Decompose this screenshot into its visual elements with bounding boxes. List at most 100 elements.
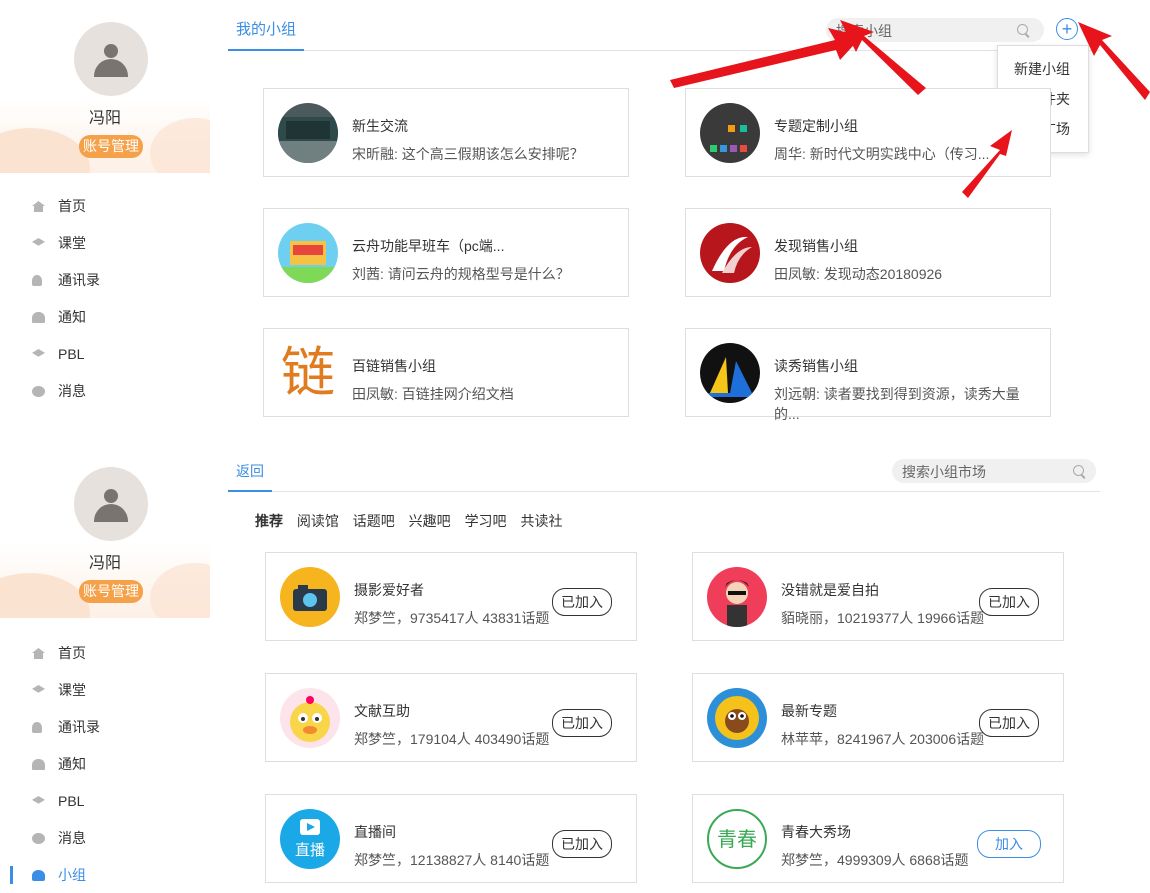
group-latest-post: 周华: 新时代文明实践中心（传习... [774, 146, 990, 162]
group-title: 没错就是爱自拍 [781, 582, 879, 598]
group-card[interactable]: 云舟功能早班车（pc端... 刘茜: 请问云舟的规格型号是什么？ [263, 208, 629, 297]
account-management-button[interactable]: 账号管理 [79, 580, 143, 603]
group-title: 读秀销售小组 [774, 358, 858, 374]
sidebar-item-pbl[interactable]: PBL [0, 336, 210, 373]
sidebar-item-pbl[interactable]: PBL [0, 783, 210, 820]
sidebar-item-notifications[interactable]: 通知 [0, 746, 210, 783]
group-logo [700, 343, 760, 403]
joined-button[interactable]: 已加入 [979, 709, 1039, 737]
group-card[interactable]: 发现销售小组 田凤敏: 发现动态20180926 [685, 208, 1051, 297]
owl-logo [707, 688, 767, 748]
category-reading-hall[interactable]: 阅读馆 [297, 513, 339, 529]
sidebar-item-home[interactable]: 首页 [0, 188, 210, 225]
market-group-card[interactable]: 没错就是爱自拍 貊晓丽，10219377人 19966话题 已加入 [692, 552, 1064, 641]
sidebar-item-classroom[interactable]: 课堂 [0, 225, 210, 262]
person-icon [32, 870, 45, 881]
main-content: 返回 推荐 阅读馆 话题吧 兴趣吧 学习吧 共读社 摄影爱好者 郑梦竺，9735… [228, 445, 1150, 893]
group-latest-post: 刘茜: 请问云舟的规格型号是什么？ [352, 266, 570, 282]
joined-button[interactable]: 已加入 [552, 830, 612, 858]
category-study[interactable]: 学习吧 [465, 513, 507, 529]
avatar[interactable] [74, 22, 148, 96]
profile-card: 冯阳 账号管理 [0, 8, 210, 173]
category-co-reading[interactable]: 共读社 [520, 513, 562, 529]
group-latest-post: 田凤敏: 发现动态20180926 [774, 266, 943, 282]
search-input[interactable] [826, 18, 1013, 44]
group-logo [700, 103, 760, 163]
avatar[interactable] [74, 467, 148, 541]
chat-bubble-icon [32, 386, 45, 397]
group-card[interactable]: 读秀销售小组 刘远朝: 读者要找到得到资源，读秀大量的... [685, 328, 1051, 422]
sidebar: 冯阳 账号管理 首页 课堂 通讯录 通知 PBL 消息 [0, 0, 210, 428]
search-icon[interactable] [1017, 24, 1028, 35]
market-group-card[interactable]: 摄影爱好者 郑梦竺，9735417人 43831话题 已加入 [265, 552, 637, 641]
chat-bubble-icon [32, 833, 45, 844]
sidebar-item-messages[interactable]: 消息 [0, 373, 210, 410]
contacts-icon [32, 275, 42, 286]
group-card[interactable]: 链 百链销售小组 田凤敏: 百链挂网介绍文档 [263, 328, 629, 417]
group-title: 发现销售小组 [774, 238, 858, 254]
group-title: 云舟功能早班车（pc端... [352, 238, 505, 254]
back-tab[interactable]: 返回 [228, 453, 272, 492]
search-input[interactable] [892, 459, 1068, 485]
group-logo [278, 103, 338, 163]
selfie-logo [707, 567, 767, 627]
sidebar-item-home[interactable]: 首页 [0, 635, 210, 672]
market-group-card[interactable]: 文献互助 郑梦竺，179104人 403490话题 已加入 [265, 673, 637, 762]
contacts-icon [32, 722, 42, 733]
sidebar-item-contacts[interactable]: 通讯录 [0, 262, 210, 299]
tab-my-groups[interactable]: 我的小组 [228, 12, 305, 51]
add-icon[interactable]: + [1056, 18, 1078, 40]
group-title: 百链销售小组 [352, 358, 436, 374]
market-search[interactable] [892, 459, 1096, 485]
pbl-icon [32, 796, 45, 804]
pbl-icon [32, 349, 45, 357]
group-title: 专题定制小组 [774, 118, 858, 134]
home-icon [32, 648, 45, 659]
my-groups-screen: 冯阳 账号管理 首页 课堂 通讯录 通知 PBL 消息 我的小组 + 新建小组 … [0, 0, 1150, 428]
bell-icon [32, 312, 45, 323]
menu-item-new-group[interactable]: 新建小组 [998, 54, 1088, 84]
live-logo: 直播 [280, 809, 340, 869]
group-title: 摄影爱好者 [354, 582, 424, 598]
youth-logo: 青春 [707, 809, 767, 869]
group-title: 青春大秀场 [781, 824, 851, 840]
category-topics[interactable]: 话题吧 [353, 513, 395, 529]
group-search[interactable] [826, 18, 1044, 44]
graduation-cap-icon [32, 238, 45, 246]
graduation-cap-icon [32, 685, 45, 693]
joined-button[interactable]: 已加入 [979, 588, 1039, 616]
profile-card: 冯阳 账号管理 [0, 453, 210, 618]
category-recommended[interactable]: 推荐 [255, 513, 283, 529]
group-title: 直播间 [354, 824, 396, 840]
category-nav: 推荐 阅读馆 话题吧 兴趣吧 学习吧 共读社 [255, 511, 572, 531]
account-management-button[interactable]: 账号管理 [79, 135, 143, 158]
sidebar: 冯阳 账号管理 首页 课堂 通讯录 通知 PBL 消息 小组 [0, 445, 210, 893]
group-card[interactable]: 专题定制小组 周华: 新时代文明实践中心（传习... [685, 88, 1051, 177]
group-title: 文献互助 [354, 703, 410, 719]
group-logo: 链 [278, 343, 338, 403]
camera-logo [280, 567, 340, 627]
home-icon [32, 201, 45, 212]
sidebar-item-notifications[interactable]: 通知 [0, 299, 210, 336]
group-card[interactable]: 新生交流 宋昕融: 这个高三假期该怎么安排呢？ [263, 88, 629, 177]
group-latest-post: 宋昕融: 这个高三假期该怎么安排呢？ [352, 146, 584, 162]
group-logo [700, 223, 760, 283]
joined-button[interactable]: 已加入 [552, 588, 612, 616]
main-content: 我的小组 + 新建小组 建文件夹 小组广场 新生交流 宋昕融: 这个高三假期该怎… [228, 0, 1150, 428]
market-group-card[interactable]: 青春 青春大秀场 郑梦竺，4999309人 6868话题 加入 [692, 794, 1064, 883]
joined-button[interactable]: 已加入 [552, 709, 612, 737]
category-interests[interactable]: 兴趣吧 [409, 513, 451, 529]
sidebar-item-messages[interactable]: 消息 [0, 820, 210, 857]
sidebar-item-classroom[interactable]: 课堂 [0, 672, 210, 709]
sidebar-item-contacts[interactable]: 通讯录 [0, 709, 210, 746]
group-latest-post: 刘远朝: 读者要找到得到资源，读秀大量的... [774, 386, 1020, 422]
sidebar-item-groups[interactable]: 小组 [0, 857, 210, 893]
group-latest-post: 田凤敏: 百链挂网介绍文档 [352, 386, 514, 402]
market-group-card[interactable]: 最新专题 林苹苹，8241967人 203006话题 已加入 [692, 673, 1064, 762]
group-title: 新生交流 [352, 118, 408, 134]
join-button[interactable]: 加入 [977, 830, 1041, 858]
sidebar-nav: 首页 课堂 通讯录 通知 PBL 消息 [0, 188, 210, 410]
market-group-card[interactable]: 直播 直播间 郑梦竺，12138827人 8140话题 已加入 [265, 794, 637, 883]
group-market-screen: 冯阳 账号管理 首页 课堂 通讯录 通知 PBL 消息 小组 返回 推荐 阅读馆… [0, 445, 1150, 893]
search-icon[interactable] [1073, 465, 1084, 476]
